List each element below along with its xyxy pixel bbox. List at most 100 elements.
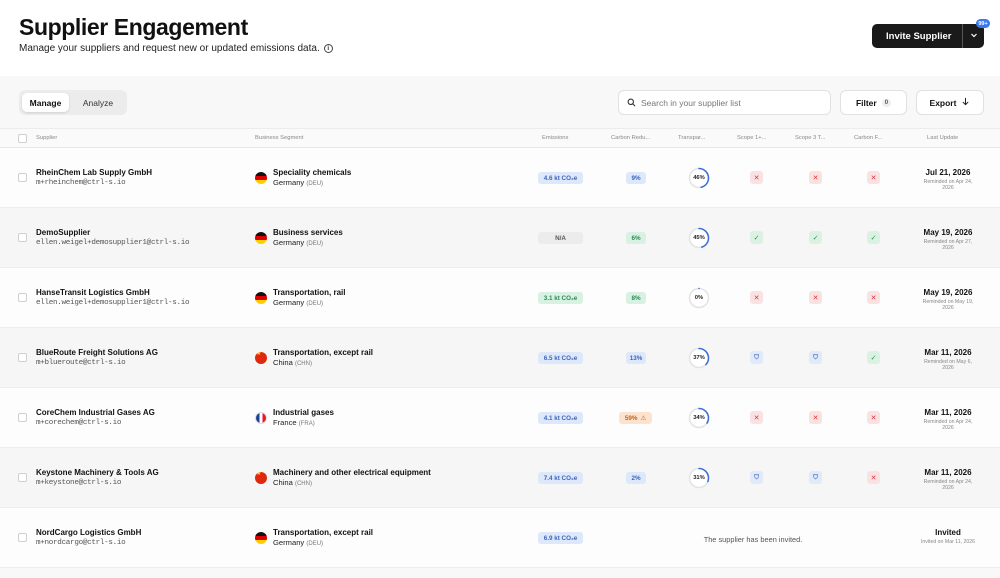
column-header-business-segment[interactable]: Business Segment — [255, 135, 303, 141]
row-checkbox[interactable] — [18, 413, 27, 422]
country-name: France (FRA) — [273, 418, 315, 427]
column-header-emissions[interactable]: Emissions — [542, 135, 568, 141]
row-checkbox[interactable] — [18, 173, 27, 182]
row-checkbox[interactable] — [18, 473, 27, 482]
emissions-pill: 4.1 kt CO₂e — [538, 412, 583, 424]
x-mark-icon: ✕ — [870, 294, 877, 302]
column-header-transparency[interactable]: Transpar... — [678, 135, 706, 141]
business-segment: Transportation, except rail — [273, 348, 374, 357]
supplier-name[interactable]: HanseTransit Logistics GmbH — [36, 288, 150, 297]
transparency-value: 46% — [693, 175, 705, 181]
invite-supplier-label: Invite Supplier — [886, 30, 952, 42]
carbon-reduction-value: 2% — [631, 474, 641, 482]
table-row[interactable]: DemoSupplier ellen.weigel+demosupplier1@c… — [0, 208, 1000, 268]
supplier-email: ellen.weigel+demosupplier1@ctrl-s.io — [36, 239, 190, 247]
x-mark-icon: ✕ — [753, 294, 760, 302]
scope-3-status[interactable]: ✓ — [809, 231, 822, 244]
supplier-email: m+blueroute@ctrl-s.io — [36, 359, 126, 367]
shield-icon: ⛉ — [813, 353, 818, 361]
column-header-carbon-footprint[interactable]: Carbon F... — [854, 135, 882, 141]
supplier-email: m+nordcargo@ctrl-s.io — [36, 539, 126, 547]
last-update-date: Mar 11, 2026 — [924, 348, 972, 357]
row-checkbox[interactable] — [18, 293, 27, 302]
supplier-name[interactable]: Keystone Machinery & Tools AG — [36, 468, 159, 477]
row-checkbox[interactable] — [18, 233, 27, 242]
emissions-pill: N/A — [538, 232, 583, 244]
checkmark-icon: ✓ — [812, 234, 819, 242]
last-update-note: Reminded on Apr 24, 2026 — [923, 179, 973, 192]
column-header-scope-3[interactable]: Scope 3 T... — [795, 135, 826, 141]
select-all-checkbox[interactable] — [18, 134, 27, 143]
carbon-footprint-status[interactable]: ✓ — [867, 231, 880, 244]
country-code: (FRA) — [298, 421, 315, 427]
carbon-reduction-value: 59% — [624, 414, 638, 422]
scope-3-status[interactable]: ✕ — [809, 291, 822, 304]
last-update-date: Mar 11, 2026 — [924, 408, 972, 417]
scope-1-2-status[interactable]: ✕ — [750, 411, 763, 424]
country-label: China — [273, 358, 293, 367]
country-flag-icon — [255, 352, 267, 364]
row-checkbox[interactable] — [18, 533, 27, 542]
tab-analyze[interactable]: Analyze — [73, 93, 123, 112]
supplier-name[interactable]: RheinChem Lab Supply GmbH — [36, 168, 152, 177]
tab-manage[interactable]: Manage — [22, 93, 69, 112]
column-header-carbon-reduction[interactable]: Carbon Redu... — [611, 135, 650, 141]
scope-1-2-status[interactable]: ✓ — [750, 231, 763, 244]
country-code: (DEU) — [306, 301, 324, 307]
country-code: (DEU) — [306, 181, 324, 187]
scope-3-status[interactable]: ✕ — [809, 171, 822, 184]
carbon-footprint-status[interactable]: ✕ — [867, 171, 880, 184]
column-header-scope-1-2[interactable]: Scope 1+... — [737, 135, 767, 141]
export-button[interactable]: Export — [916, 90, 984, 115]
table-row[interactable]: HanseTransit Logistics GmbH ellen.weigel+… — [0, 268, 1000, 328]
table-row[interactable]: BlueRoute Freight Solutions AG m+bluerout… — [0, 328, 1000, 388]
last-update-note: Invited on Mar 11, 2026 — [920, 539, 976, 545]
carbon-reduction-value: 8% — [631, 294, 641, 302]
transparency-value: 31% — [693, 475, 705, 481]
last-update-note: Reminded on Apr 27, 2026 — [923, 239, 973, 252]
scope-3-status[interactable]: ✕ — [809, 411, 822, 424]
business-segment: Industrial gases — [273, 408, 334, 417]
country-flag-icon — [255, 172, 267, 184]
table-row[interactable]: Keystone Machinery & Tools AG m+keystone@… — [0, 448, 1000, 508]
table-row[interactable]: NordCargo Logistics GmbH m+nordcargo@ctrl… — [0, 508, 1000, 568]
country-label: Germany — [273, 238, 305, 247]
supplier-name[interactable]: CoreChem Industrial Gases AG — [36, 408, 155, 417]
scope-3-status[interactable]: ⛉ — [809, 471, 822, 484]
carbon-footprint-status[interactable]: ✓ — [867, 351, 880, 364]
carbon-footprint-status[interactable]: ✕ — [867, 471, 880, 484]
supplier-name[interactable]: DemoSupplier — [36, 228, 90, 237]
country-flag-icon — [255, 232, 267, 244]
subtitle-text: Manage your suppliers and request new or… — [19, 43, 320, 54]
last-update-date: May 19, 2026 — [923, 288, 973, 297]
filter-button[interactable]: Filter 0 — [840, 90, 907, 115]
column-header-supplier[interactable]: Supplier — [36, 135, 57, 141]
country-flag-icon — [255, 532, 267, 544]
checkmark-icon: ✓ — [870, 354, 877, 362]
country-flag-icon — [255, 412, 267, 424]
carbon-reduction-pill: 9% — [626, 172, 646, 184]
table-row[interactable]: RheinChem Lab Supply GmbH m+rheinchem@ctr… — [0, 148, 1000, 208]
column-header-last-update[interactable]: Last Update — [927, 135, 958, 141]
carbon-footprint-status[interactable]: ✕ — [867, 411, 880, 424]
country-name: Germany (DEU) — [273, 238, 323, 247]
search-input[interactable] — [641, 97, 821, 108]
scope-1-2-status[interactable]: ✕ — [750, 171, 763, 184]
warning-icon: ⚠ — [640, 414, 647, 422]
scope-3-status[interactable]: ⛉ — [809, 351, 822, 364]
supplier-name[interactable]: NordCargo Logistics GmbH — [36, 528, 141, 537]
table-row[interactable]: CoreChem Industrial Gases AG m+corechem@c… — [0, 388, 1000, 448]
chevron-down-icon[interactable] — [963, 31, 984, 41]
supplier-name[interactable]: BlueRoute Freight Solutions AG — [36, 348, 158, 357]
country-label: France — [273, 418, 297, 427]
scope-1-2-status[interactable]: ⛉ — [750, 471, 763, 484]
scope-1-2-status[interactable]: ⛉ — [750, 351, 763, 364]
country-code: (DEU) — [306, 241, 324, 247]
scope-1-2-status[interactable]: ✕ — [750, 291, 763, 304]
carbon-reduction-pill: 13% — [626, 352, 646, 364]
invite-supplier-button[interactable]: Invite Supplier — [872, 24, 984, 48]
info-icon[interactable]: i — [323, 44, 333, 53]
emissions-pill: 3.1 kt CO₂e — [538, 292, 583, 304]
carbon-footprint-status[interactable]: ✕ — [867, 291, 880, 304]
row-checkbox[interactable] — [18, 353, 27, 362]
